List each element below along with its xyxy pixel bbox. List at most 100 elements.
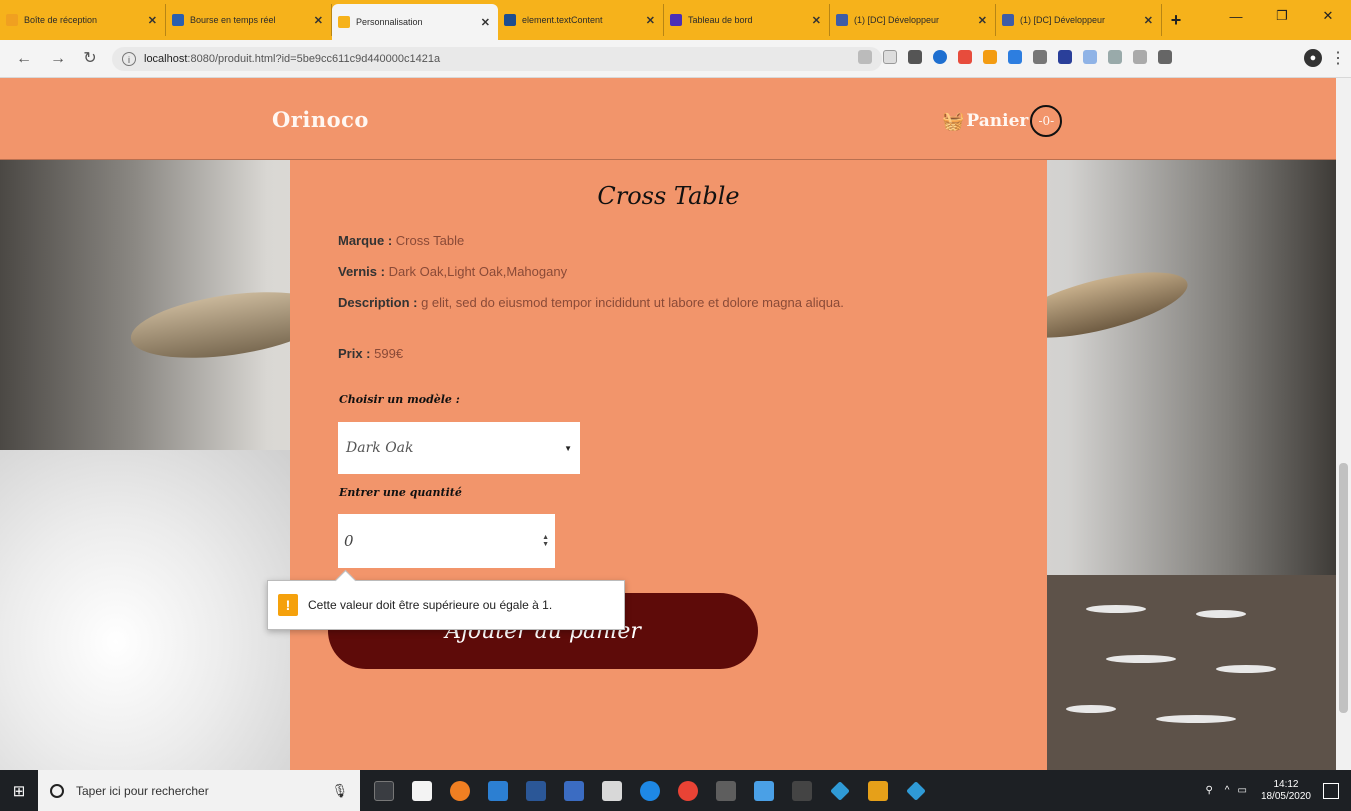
notifications-icon[interactable] <box>1323 782 1339 799</box>
app-icon[interactable] <box>754 780 774 801</box>
close-tab-icon[interactable]: ✕ <box>148 14 157 27</box>
extension-icon[interactable] <box>908 50 922 64</box>
quantity-input[interactable]: 0 ▲ ▼ <box>338 514 555 568</box>
skype-icon[interactable] <box>640 780 660 801</box>
app-icon[interactable] <box>716 780 736 801</box>
close-tab-icon[interactable]: ✕ <box>314 14 323 27</box>
validation-message: Cette valeur doit être supérieure ou éga… <box>308 598 553 612</box>
site-logo[interactable]: Orinoco <box>272 107 369 132</box>
app-icon[interactable] <box>830 780 850 801</box>
app-icon[interactable] <box>868 780 888 801</box>
extensions-bar <box>858 50 1172 64</box>
extension-icon[interactable] <box>1008 50 1022 64</box>
light-spot <box>1106 655 1176 663</box>
browser-tab-active[interactable]: Personnalisation ✕ <box>332 4 498 40</box>
url-path: :8080/produit.html?id=5be9cc611c9d440000… <box>187 53 441 65</box>
cart-link[interactable]: 🧺 Panier -0- <box>942 105 1063 137</box>
product-price: Prix : 599€ <box>338 346 403 361</box>
quantity-stepper[interactable]: ▲ ▼ <box>542 534 549 548</box>
taskbar-clock[interactable]: 14:12 18/05/2020 <box>1261 779 1311 803</box>
star-icon[interactable] <box>883 50 897 64</box>
extension-icon[interactable] <box>933 50 947 64</box>
quantity-label: Entrer une quantité <box>339 486 462 499</box>
close-tab-icon[interactable]: ✕ <box>481 16 490 29</box>
app-icon[interactable] <box>564 780 584 801</box>
system-tray: ⚲ ^ ▭ 14:12 18/05/2020 <box>1205 770 1351 811</box>
model-select-label: Choisir un modèle : <box>339 393 460 406</box>
browser-tab[interactable]: (1) [DC] Développeur ✕ <box>996 4 1162 36</box>
extension-icon[interactable] <box>1108 50 1122 64</box>
back-arrow-icon[interactable]: ← <box>14 49 34 69</box>
task-view-icon[interactable] <box>374 780 394 801</box>
browser-tab[interactable]: element.textContent ✕ <box>498 4 664 36</box>
chevron-up-icon[interactable]: ^ <box>1225 785 1230 796</box>
close-tab-icon[interactable]: ✕ <box>646 14 655 27</box>
calculator-icon[interactable] <box>602 780 622 801</box>
taskbar-search-box[interactable]: Taper ici pour rechercher 🎙 <box>38 770 360 811</box>
extension-icon[interactable] <box>1083 50 1097 64</box>
store-icon[interactable] <box>412 780 432 801</box>
page-scrollbar[interactable] <box>1336 78 1351 770</box>
network-icon[interactable]: ▭ <box>1237 785 1246 796</box>
page-icon <box>338 16 350 28</box>
stock-icon <box>172 14 184 26</box>
discord-icon <box>1002 14 1014 26</box>
microphone-icon[interactable]: 🎙 <box>331 783 348 799</box>
extension-icon[interactable] <box>983 50 997 64</box>
chrome-icon[interactable] <box>678 780 698 801</box>
browser-tab[interactable]: (1) [DC] Développeur ✕ <box>830 4 996 36</box>
firefox-icon[interactable] <box>450 780 470 801</box>
close-window-icon[interactable]: ✕ <box>1305 0 1351 32</box>
docs-icon <box>504 14 516 26</box>
address-bar[interactable]: i localhost:8080/produit.html?id=5be9cc6… <box>112 47 882 71</box>
light-spot <box>1196 610 1246 618</box>
new-tab-button[interactable]: + <box>1162 4 1190 36</box>
cart-count: 0 <box>1042 114 1051 128</box>
extension-icon[interactable] <box>1058 50 1072 64</box>
zoom-icon[interactable] <box>858 50 872 64</box>
account-icon[interactable]: ● <box>1304 49 1322 67</box>
dashboard-icon <box>670 14 682 26</box>
tab-title: Bourse en temps réel <box>190 15 276 25</box>
windows-start-icon[interactable]: ⊞ <box>0 770 38 811</box>
close-tab-icon[interactable]: ✕ <box>812 14 821 27</box>
browser-tab[interactable]: Boîte de réception ✕ <box>0 4 166 36</box>
extension-icon[interactable] <box>1033 50 1047 64</box>
restore-icon[interactable]: ❐ <box>1259 0 1305 32</box>
extension-icon[interactable] <box>1158 50 1172 64</box>
stepper-down-icon[interactable]: ▼ <box>542 541 549 548</box>
close-tab-icon[interactable]: ✕ <box>978 14 987 27</box>
description-label: Description : <box>338 295 418 310</box>
extension-icon[interactable] <box>958 50 972 64</box>
minimize-icon[interactable]: — <box>1213 0 1259 32</box>
model-select[interactable]: Dark Oak ▼ <box>338 422 580 474</box>
discord-icon <box>836 14 848 26</box>
explorer-icon[interactable] <box>488 780 508 801</box>
tab-title: Personnalisation <box>356 17 423 27</box>
site-info-icon[interactable]: i <box>122 52 136 66</box>
browser-tab[interactable]: Tableau de bord ✕ <box>664 4 830 36</box>
stepper-up-icon[interactable]: ▲ <box>542 534 549 541</box>
hero-floor-right <box>1046 575 1336 770</box>
tab-title: Boîte de réception <box>24 15 98 25</box>
shopping-basket-icon: 🧺 <box>942 110 965 131</box>
menu-icon[interactable]: ⋮ <box>1330 49 1346 69</box>
terminal-icon[interactable] <box>792 780 812 801</box>
reload-icon[interactable]: ↻ <box>80 49 100 69</box>
browser-tab[interactable]: Bourse en temps réel ✕ <box>166 4 332 36</box>
scrollbar-thumb[interactable] <box>1339 463 1348 713</box>
extension-icon[interactable] <box>1133 50 1147 64</box>
varnish-value: Dark Oak,Light Oak,Mahogany <box>388 264 568 279</box>
brand-label: Marque : <box>338 233 393 248</box>
site-header: Orinoco 🧺 Panier -0- <box>0 78 1336 160</box>
light-spot <box>1086 605 1146 613</box>
warning-icon: ! <box>278 594 298 616</box>
forward-arrow-icon[interactable]: → <box>48 49 68 69</box>
app-icon[interactable] <box>906 780 926 801</box>
product-varnish: Vernis : Dark Oak,Light Oak,Mahogany <box>338 264 567 279</box>
mail-app-icon[interactable] <box>526 780 546 801</box>
clock-time: 14:12 <box>1273 778 1299 790</box>
people-icon[interactable]: ⚲ <box>1205 785 1212 796</box>
close-tab-icon[interactable]: ✕ <box>1144 14 1153 27</box>
clock-date: 18/05/2020 <box>1260 790 1311 802</box>
